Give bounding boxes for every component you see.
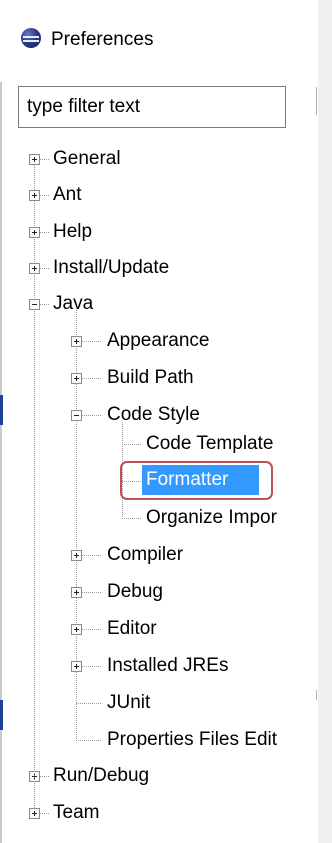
tree-connector xyxy=(82,415,102,416)
tree-connector xyxy=(82,341,102,342)
tree-connector xyxy=(40,268,49,269)
pane-divider-line xyxy=(316,690,317,700)
tree-item-label: Code Template xyxy=(146,433,274,454)
tree-item-label: Java xyxy=(53,293,94,314)
tree-item-java[interactable]: Java xyxy=(53,289,93,319)
tree-item-run-debug[interactable]: Run/Debug xyxy=(53,761,149,791)
tree-item-properties-files-editor[interactable]: Properties Files Edit xyxy=(107,725,277,755)
tree-item-label: Editor xyxy=(107,618,157,639)
tree-item-ant[interactable]: Ant xyxy=(53,180,82,210)
sash-divider[interactable] xyxy=(318,0,332,843)
tree-item-organize-imports[interactable]: Organize Impor xyxy=(146,503,277,533)
tree-connector xyxy=(82,555,102,556)
tree-connector xyxy=(122,518,142,519)
pane-divider-line xyxy=(316,87,317,115)
annotation-outline xyxy=(120,461,273,500)
tree-connector xyxy=(76,682,77,740)
tree-item-junit[interactable]: JUnit xyxy=(107,688,150,718)
tree-item-team[interactable]: Team xyxy=(53,798,99,828)
tree-item-label: Code Style xyxy=(107,404,200,425)
tree-item-help[interactable]: Help xyxy=(53,217,92,247)
tree-connector xyxy=(76,703,102,704)
tree-item-general[interactable]: General xyxy=(53,144,121,174)
expand-ant-icon[interactable] xyxy=(29,190,40,201)
tree-item-editor[interactable]: Editor xyxy=(107,614,157,644)
expand-install-update-icon[interactable] xyxy=(29,263,40,274)
tree-item-label: Build Path xyxy=(107,367,194,388)
tree-item-label: Debug xyxy=(107,581,163,602)
tree-connector xyxy=(122,444,142,445)
collapse-java-icon[interactable] xyxy=(29,299,40,310)
tree-item-label: Team xyxy=(53,802,100,823)
tree-item-label: Compiler xyxy=(107,544,184,565)
expand-build-path-icon[interactable] xyxy=(71,373,82,384)
expand-editor-icon[interactable] xyxy=(71,624,82,635)
tree-item-label: Install/Update xyxy=(53,257,170,278)
tree-item-debug[interactable]: Debug xyxy=(107,577,163,607)
expand-installed-jres-icon[interactable] xyxy=(71,661,82,672)
tree-connector xyxy=(40,195,49,196)
tree-item-installed-jres[interactable]: Installed JREs xyxy=(107,651,228,681)
tree-connector xyxy=(34,159,35,721)
tree-connector xyxy=(82,666,102,667)
tree-connector xyxy=(40,232,49,233)
tree-item-label: Run/Debug xyxy=(53,765,150,786)
tree-item-code-template[interactable]: Code Template xyxy=(146,429,273,459)
expand-help-icon[interactable] xyxy=(29,227,40,238)
tree-item-label: Help xyxy=(53,221,93,242)
expand-appearance-icon[interactable] xyxy=(71,336,82,347)
tree-item-label: JUnit xyxy=(107,692,151,713)
tree-connector xyxy=(40,304,49,305)
tree-connector xyxy=(82,378,102,379)
tree-item-code-style[interactable]: Code Style xyxy=(107,400,200,430)
tree-item-compiler[interactable]: Compiler xyxy=(107,540,183,570)
tree-item-label: Installed JREs xyxy=(107,655,229,676)
collapse-code-style-icon[interactable] xyxy=(71,410,82,421)
tree-connector xyxy=(40,159,49,160)
tree-item-label: Ant xyxy=(53,184,82,205)
tree-item-build-path[interactable]: Build Path xyxy=(107,363,194,393)
tree-connector xyxy=(82,629,102,630)
expand-debug-icon[interactable] xyxy=(71,587,82,598)
tree-item-label: Organize Impor xyxy=(146,507,277,528)
expand-team-icon[interactable] xyxy=(29,808,40,819)
tree-connector xyxy=(40,813,49,814)
preferences-window: Preferences General Ant Help xyxy=(0,0,332,843)
tree-item-appearance[interactable]: Appearance xyxy=(107,326,209,356)
tree-item-label: Properties Files Edit xyxy=(107,729,278,750)
expand-compiler-icon[interactable] xyxy=(71,550,82,561)
expand-general-icon[interactable] xyxy=(29,154,40,165)
tree-item-label: General xyxy=(53,148,121,169)
tree-connector xyxy=(82,592,102,593)
preferences-tree: General Ant Help Install/Update Java App xyxy=(0,0,316,843)
tree-connector xyxy=(34,721,35,808)
tree-connector xyxy=(76,740,102,741)
tree-item-label: Appearance xyxy=(107,330,210,351)
tree-connector xyxy=(40,776,49,777)
tree-item-install-update[interactable]: Install/Update xyxy=(53,253,169,283)
